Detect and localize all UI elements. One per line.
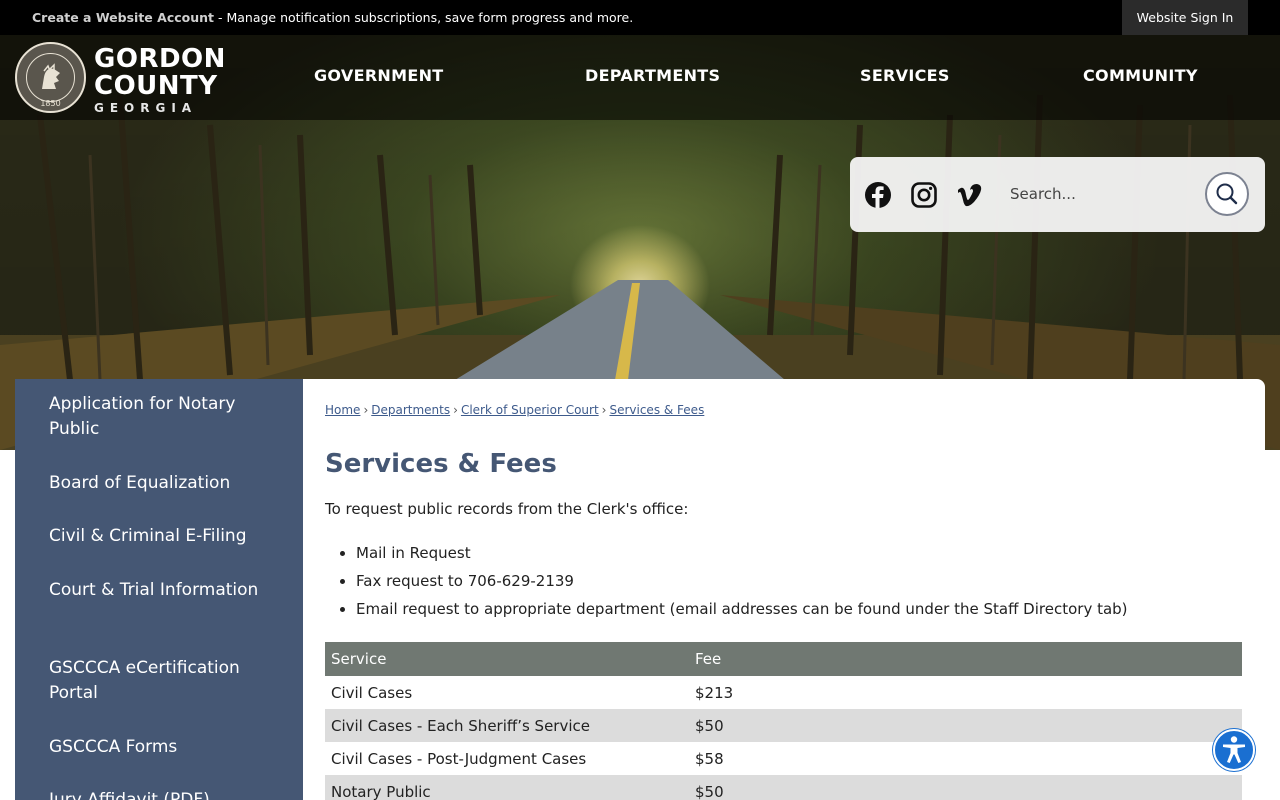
list-item: Mail in Request: [356, 544, 1128, 572]
fee-cell: $50: [689, 709, 1242, 742]
service-cell: Civil Cases - Each Sheriff’s Service: [325, 709, 689, 742]
sidebar-item-e-filing[interactable]: Civil & Criminal E-Filing: [49, 524, 279, 549]
sidebar-item-jury-affidavit[interactable]: Jury Affidavit (PDF): [49, 788, 279, 800]
breadcrumb: Home › Departments › Clerk of Superior Court…: [325, 403, 704, 417]
table-header-row: Service Fee: [325, 642, 1242, 676]
column-header-service: Service: [325, 642, 689, 676]
table-row: Civil Cases - Each Sheriff’s Service $50: [325, 709, 1242, 742]
list-item: Email request to appropriate department …: [356, 600, 1128, 628]
table-row: Civil Cases $213: [325, 676, 1242, 709]
vimeo-icon[interactable]: [956, 181, 984, 209]
service-cell: Civil Cases - Post-Judgment Cases: [331, 749, 587, 768]
search-button[interactable]: [1205, 172, 1249, 216]
search-icon: [1216, 183, 1238, 205]
create-account-link[interactable]: Create a Website Account: [32, 10, 214, 25]
main-navigation: GOVERNMENT DEPARTMENTS SERVICES COMMUNIT…: [0, 66, 1280, 86]
sidebar-item-board-of-equalization[interactable]: Board of Equalization: [49, 471, 279, 496]
column-header-fee: Fee: [689, 642, 1242, 676]
intro-text: To request public records from the Clerk…: [325, 500, 689, 518]
breadcrumb-departments[interactable]: Departments: [371, 403, 450, 417]
service-cell: Notary Public: [325, 775, 689, 800]
table-row: Notary Public $50: [325, 775, 1242, 800]
wordmark-line3: GEORGIA: [94, 101, 198, 115]
page-title: Services & Fees: [325, 449, 557, 479]
main-content: Home › Departments › Clerk of Superior Court…: [303, 379, 1265, 800]
list-item: Fax request to 706-629-2139: [356, 572, 1128, 600]
nav-item-departments[interactable]: DEPARTMENTS: [585, 66, 720, 85]
seal-year: 1850: [40, 99, 61, 108]
sidebar-item-gsccca-forms[interactable]: GSCCCA Forms: [49, 735, 279, 760]
request-methods-list: Mail in Request Fax request to 706-629-2…: [356, 544, 1128, 628]
accessibility-icon: [1223, 736, 1245, 763]
accessibility-button[interactable]: [1213, 729, 1255, 771]
utility-bar: Create a Website Account - Manage notifi…: [0, 0, 1280, 35]
breadcrumb-separator: ›: [453, 403, 458, 417]
sidebar-item-notary-application[interactable]: Application for Notary Public: [49, 392, 279, 442]
website-sign-in-button[interactable]: Website Sign In: [1122, 0, 1248, 35]
sidebar-item-court-trial-info[interactable]: Court & Trial Information: [49, 578, 279, 603]
nav-item-services[interactable]: SERVICES: [860, 66, 950, 85]
sidebar-navigation: Application for Notary Public Board of E…: [15, 379, 303, 800]
breadcrumb-separator: ›: [601, 403, 607, 417]
breadcrumb-separator: ›: [363, 403, 369, 417]
breadcrumb-clerk[interactable]: Clerk of Superior Court: [461, 403, 599, 417]
fees-table: Service Fee Civil Cases $213 Civil Cases…: [325, 642, 1242, 800]
facebook-icon[interactable]: [864, 181, 892, 209]
fee-cell: $58: [695, 749, 724, 768]
breadcrumb-home[interactable]: Home: [325, 403, 360, 417]
nav-item-community[interactable]: COMMUNITY: [1083, 66, 1198, 85]
instagram-icon[interactable]: [910, 181, 938, 209]
nav-item-government[interactable]: GOVERNMENT: [314, 66, 443, 85]
social-search-panel: Search...: [850, 157, 1265, 232]
search-input[interactable]: Search...: [1010, 185, 1076, 203]
service-cell: Civil Cases: [331, 683, 413, 702]
table-row: Civil Cases - Post-Judgment Cases $58: [325, 742, 1242, 775]
fee-cell: $50: [689, 775, 1242, 800]
sidebar-item-ecertification[interactable]: GSCCCA eCertification Portal: [49, 656, 279, 706]
account-message-text: - Manage notification subscriptions, sav…: [214, 10, 634, 25]
fee-cell: $213: [695, 683, 734, 702]
breadcrumb-current[interactable]: Services & Fees: [609, 403, 704, 417]
account-message: Create a Website Account - Manage notifi…: [32, 10, 633, 25]
